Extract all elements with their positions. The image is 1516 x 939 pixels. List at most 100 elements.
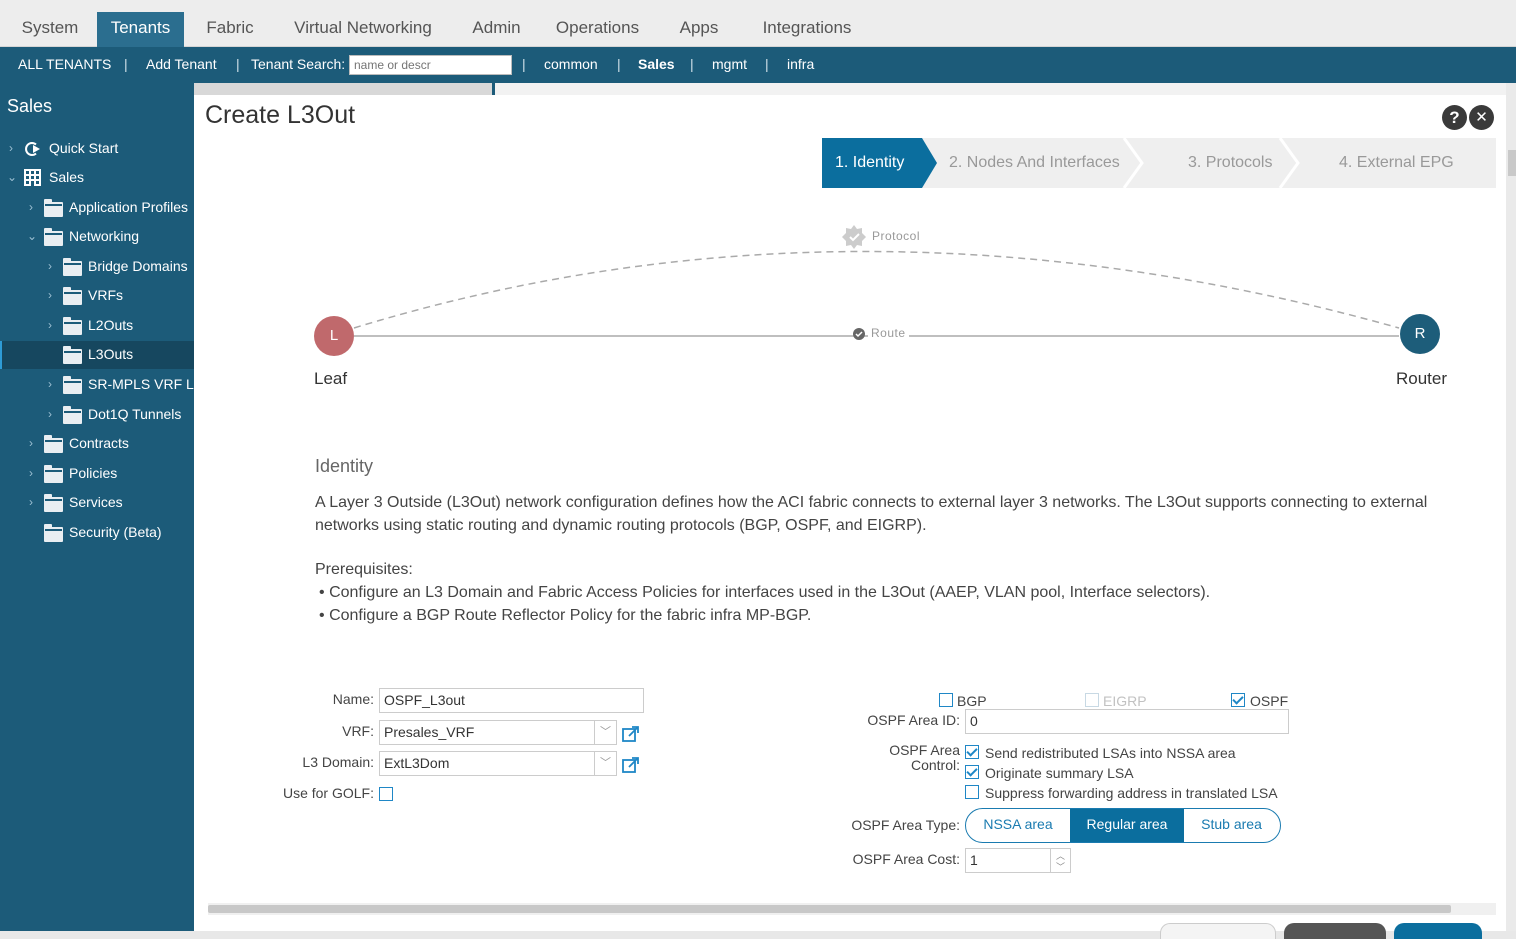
cancel-button[interactable]: [1284, 923, 1386, 939]
diagram-lines: [353, 225, 1400, 340]
sidebar-item-networking[interactable]: ⌄ Networking: [0, 223, 194, 251]
router-caption: Router: [1396, 369, 1448, 388]
ospf-checkbox[interactable]: [1231, 693, 1245, 707]
tab-virtual-networking[interactable]: Virtual Networking: [281, 12, 445, 47]
previous-button[interactable]: [1160, 923, 1276, 939]
top-navigation: System Tenants Fabric Virtual Networking…: [0, 0, 1516, 47]
dialog-horizontal-scrollbar-thumb[interactable]: [208, 905, 1451, 913]
prerequisites-title: Prerequisites:: [315, 561, 413, 578]
chevron-right-icon[interactable]: ›: [29, 466, 33, 480]
prerequisite-text: Configure an L3 Domain and Fabric Access…: [329, 584, 1211, 601]
tab-apps[interactable]: Apps: [667, 12, 731, 47]
l3-domain-select[interactable]: ExtL3Dom ﹀: [379, 751, 617, 776]
use-for-golf-checkbox[interactable]: [379, 787, 393, 801]
sidebar-item-security[interactable]: Security (Beta): [0, 519, 194, 547]
wizard-step-identity[interactable]: 1. Identity: [835, 138, 904, 188]
ospf-area-id-label: OSPF Area ID:: [867, 712, 960, 728]
area-type-nssa[interactable]: NSSA area: [966, 809, 1070, 842]
chevron-down-icon[interactable]: ⌄: [7, 170, 17, 184]
tab-system[interactable]: System: [8, 12, 92, 47]
wizard-step-protocols[interactable]: 3. Protocols: [1188, 138, 1272, 188]
bullet: •: [319, 607, 325, 624]
tenant-link-infra[interactable]: infra: [787, 56, 814, 72]
help-button[interactable]: ?: [1442, 105, 1467, 130]
chevron-right-icon[interactable]: ›: [48, 377, 52, 391]
separator: |: [765, 56, 769, 72]
ospf-area-cost-value: 1: [970, 852, 978, 868]
chevron-right-icon[interactable]: ›: [48, 407, 52, 421]
chevron-right-icon[interactable]: ›: [29, 436, 33, 450]
tab-tenants[interactable]: Tenants: [97, 12, 184, 47]
sidebar-item-label: Services: [69, 494, 123, 510]
ospf-area-type-segmented: NSSA area Regular area Stub area: [965, 808, 1281, 843]
tab-fabric[interactable]: Fabric: [194, 12, 266, 47]
sidebar-item-vrfs[interactable]: › VRFs: [0, 282, 194, 310]
wizard-step-nodes-interfaces[interactable]: 2. Nodes And Interfaces: [949, 138, 1120, 188]
chevron-right-icon[interactable]: ›: [9, 141, 13, 155]
next-button[interactable]: [1394, 923, 1482, 939]
open-l3-domain-icon[interactable]: [622, 756, 640, 774]
tenant-link-mgmt[interactable]: mgmt: [712, 56, 747, 72]
tab-admin[interactable]: Admin: [463, 12, 530, 47]
tenant-search-input[interactable]: [349, 55, 512, 75]
chevron-right-icon[interactable]: ›: [29, 495, 33, 509]
wizard-step-external-epg[interactable]: 4. External EPG: [1339, 138, 1454, 188]
chevron-down-icon[interactable]: ﹀: [594, 721, 616, 744]
folder-icon: [63, 376, 82, 394]
sidebar-item-policies[interactable]: › Policies: [0, 460, 194, 488]
dialog-title: Create L3Out: [205, 101, 356, 129]
chevron-down-icon[interactable]: ⌄: [27, 229, 37, 243]
bgp-checkbox[interactable]: [939, 693, 953, 707]
l3-domain-select-value: ExtL3Dom: [384, 755, 450, 771]
chevron-down-icon[interactable]: ﹀: [1056, 860, 1065, 872]
folder-icon: [44, 494, 63, 512]
tenant-link-common[interactable]: common: [544, 56, 598, 72]
ospf-area-control-label-line: Control:: [910, 757, 960, 773]
chevron-right-icon[interactable]: ›: [48, 288, 52, 302]
sidebar-item-label: Policies: [69, 465, 118, 481]
add-tenant-link[interactable]: Add Tenant: [146, 56, 217, 72]
chevron-right-icon[interactable]: ›: [48, 318, 52, 332]
originate-summary-lsa-checkbox[interactable]: [965, 765, 979, 779]
chevron-right-icon[interactable]: ›: [29, 200, 33, 214]
sidebar-item-label: Application Profiles: [69, 199, 189, 215]
sidebar-item-label: SR-MPLS VRF L3: [88, 376, 194, 392]
sidebar-item-dot1q-tunnels[interactable]: › Dot1Q Tunnels: [0, 401, 194, 429]
sidebar-item-sr-mpls[interactable]: › SR-MPLS VRF L3: [0, 371, 194, 399]
chevron-right-icon[interactable]: ›: [48, 259, 52, 273]
sidebar-item-services[interactable]: › Services: [0, 489, 194, 517]
chevron-down-icon[interactable]: ﹀: [594, 752, 616, 775]
close-button[interactable]: ✕: [1469, 105, 1494, 130]
sidebar-item-bridge-domains[interactable]: › Bridge Domains: [0, 253, 194, 281]
send-redistributed-lsas-checkbox[interactable]: [965, 745, 979, 759]
tab-integrations[interactable]: Integrations: [752, 12, 862, 47]
suppress-forwarding-address-checkbox[interactable]: [965, 785, 979, 799]
sidebar-item-application-profiles[interactable]: › Application Profiles: [0, 194, 194, 222]
area-type-regular[interactable]: Regular area: [1070, 809, 1184, 842]
sidebar-item-contracts[interactable]: › Contracts: [0, 430, 194, 458]
page-scrollbar[interactable]: [1506, 83, 1516, 931]
all-tenants-link[interactable]: ALL TENANTS: [18, 56, 111, 72]
tenant-search-label: Tenant Search:: [251, 56, 346, 72]
sidebar-item-l2outs[interactable]: › L2Outs: [0, 312, 194, 340]
ospf-area-control-label: OSPF Area Control:: [824, 743, 960, 773]
name-input[interactable]: OSPF_L3out: [379, 688, 644, 713]
quick-start-icon: [23, 141, 42, 156]
tenant-subnav: ALL TENANTS | Add Tenant | Tenant Search…: [0, 47, 1516, 83]
vrf-select[interactable]: Presales_VRF ﹀: [379, 720, 617, 745]
area-type-stub[interactable]: Stub area: [1184, 809, 1279, 842]
open-vrf-icon[interactable]: [622, 725, 640, 743]
ospf-area-cost-input[interactable]: 1 ︿ ﹀: [965, 848, 1071, 873]
sidebar-item-sales[interactable]: ⌄ Sales: [0, 164, 194, 192]
area-cost-stepper[interactable]: ︿ ﹀: [1050, 849, 1070, 872]
page-scrollbar-thumb[interactable]: [1508, 150, 1516, 176]
sidebar-item-label: Networking: [69, 228, 140, 244]
bullet: •: [319, 584, 325, 601]
tab-operations[interactable]: Operations: [546, 12, 649, 47]
ospf-area-id-input[interactable]: 0: [965, 709, 1289, 734]
tenant-link-sales[interactable]: Sales: [638, 56, 675, 72]
sidebar-item-quick-start[interactable]: › Quick Start: [0, 135, 194, 163]
sidebar-item-label: L2Outs: [88, 317, 134, 333]
sidebar-item-l3outs[interactable]: L3Outs: [0, 341, 194, 369]
prerequisite-item: • Configure an L3 Domain and Fabric Acce…: [319, 584, 1210, 602]
